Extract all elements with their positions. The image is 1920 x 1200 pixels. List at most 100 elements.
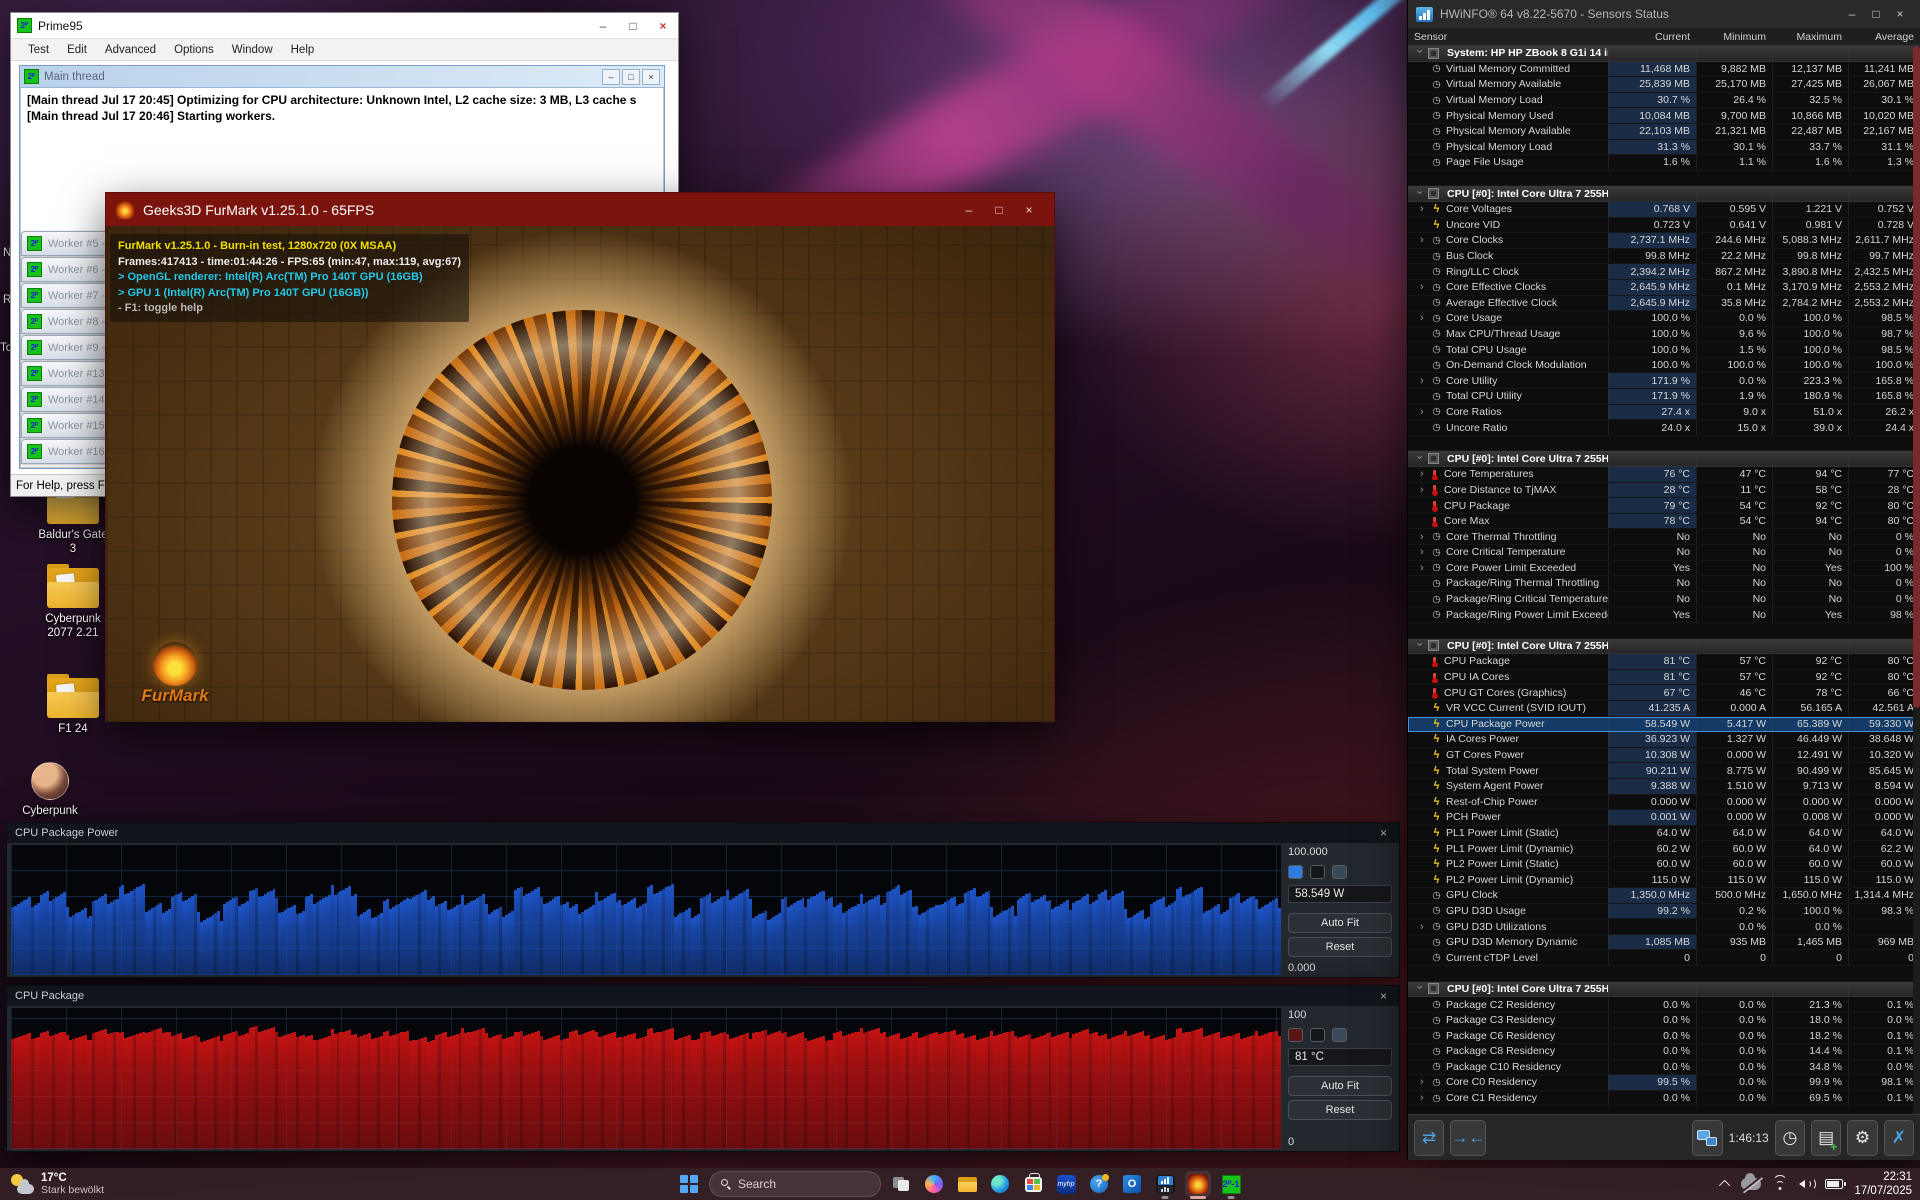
close-button[interactable]: × (648, 13, 678, 38)
sensor-row[interactable]: ϟSystem Agent Power9.388 W1.510 W9.713 W… (1408, 779, 1920, 795)
menu-item-test[interactable]: Test (19, 44, 58, 56)
sensor-row[interactable]: ◷Virtual Memory Committed11,468 MB9,882 … (1408, 62, 1920, 78)
series-color-swatch[interactable] (1288, 865, 1303, 879)
sensor-row[interactable]: ◷Package C3 Residency0.0 %0.0 %18.0 %0.0… (1408, 1013, 1920, 1029)
expand-chevron-icon[interactable]: › (1420, 484, 1427, 496)
sensor-row[interactable]: ◷Package C2 Residency0.0 %0.0 %21.3 %0.1… (1408, 997, 1920, 1013)
sensor-row[interactable]: ϟCPU Package Power58.549 W5.417 W65.389 … (1408, 717, 1920, 733)
taskbar-icon-start[interactable] (676, 1171, 702, 1197)
sensor-row[interactable]: CPU Package81 °C57 °C92 °C80 °C (1408, 654, 1920, 670)
sensor-row[interactable]: ›◷Core Thermal ThrottlingNoNoNo0 % (1408, 529, 1920, 545)
prime95-titlebar[interactable]: 2ᴾ Prime95 – □ × (11, 13, 678, 39)
sensor-row[interactable]: ◷Package/Ring Critical TemperatureNoNoNo… (1408, 592, 1920, 608)
sensor-row[interactable]: ›◷Core Ratios27.4 x9.0 x51.0 x26.2 x (1408, 405, 1920, 421)
sensor-column-header[interactable]: SensorCurrentMinimumMaximumAverage (1408, 28, 1920, 46)
sensor-row[interactable]: Core Max78 °C54 °C94 °C80 °C (1408, 514, 1920, 530)
taskbar-icon-prime95[interactable]: 2ᴾ-1 (1218, 1171, 1244, 1197)
taskbar-clock[interactable]: 22:31 17/07/2025 (1854, 1170, 1912, 1199)
sensor-row[interactable]: ◷Ring/LLC Clock2,394.2 MHz867.2 MHz3,890… (1408, 264, 1920, 280)
close-sensors-button[interactable]: ✗ (1884, 1120, 1914, 1156)
expand-chevron-icon[interactable]: › (1420, 531, 1427, 543)
taskbar-icon-get-help[interactable]: ? (1086, 1171, 1112, 1197)
sensor-row[interactable]: ϟPL1 Power Limit (Static)64.0 W64.0 W64.… (1408, 826, 1920, 842)
sensor-row[interactable]: ›◷GPU D3D Utilizations0.0 %0.0 % (1408, 919, 1920, 935)
remote-monitor-button[interactable] (1692, 1120, 1722, 1156)
wifi-icon[interactable] (1772, 1178, 1788, 1190)
column-header-current[interactable]: Current (1608, 31, 1696, 43)
taskbar-icon-microsoft-store[interactable] (1020, 1171, 1046, 1197)
sensor-row[interactable]: ϟPL1 Power Limit (Dynamic)60.2 W60.0 W64… (1408, 841, 1920, 857)
column-header-minimum[interactable]: Minimum (1696, 31, 1772, 43)
taskbar-weather-widget[interactable]: 17°C Stark bewölkt (10, 1168, 104, 1200)
sensor-row[interactable]: ›◷Core Usage100.0 %0.0 %100.0 %98.5 % (1408, 311, 1920, 327)
maximize-button[interactable]: □ (1864, 0, 1888, 28)
close-button[interactable]: × (642, 69, 660, 85)
sensor-row[interactable]: CPU Package79 °C54 °C92 °C80 °C (1408, 498, 1920, 514)
maximize-button[interactable]: □ (618, 13, 648, 38)
swap-columns-button[interactable]: ⇄ (1414, 1120, 1444, 1156)
sensor-row[interactable]: ◷Package C6 Residency0.0 %0.0 %18.2 %0.1… (1408, 1028, 1920, 1044)
sensor-row[interactable]: ◷Virtual Memory Load30.7 %26.4 %32.5 %30… (1408, 93, 1920, 109)
menu-item-edit[interactable]: Edit (58, 44, 96, 56)
expand-chevron-icon[interactable]: › (1420, 468, 1427, 480)
settings-gear-button[interactable]: ⚙ (1847, 1120, 1877, 1156)
taskbar-icon-file-explorer[interactable] (954, 1171, 980, 1197)
sensor-row[interactable]: ◷Uncore Ratio24.0 x15.0 x39.0 x24.4 x (1408, 420, 1920, 436)
sensor-row[interactable]: ◷Physical Memory Used10,084 MB9,700 MB10… (1408, 108, 1920, 124)
chevron-down-icon[interactable]: › (1414, 642, 1426, 649)
series-color-swatch[interactable] (1288, 1028, 1303, 1042)
column-header-average[interactable]: Average (1848, 31, 1920, 43)
expand-chevron-icon[interactable]: › (1420, 312, 1427, 324)
sensor-section-header[interactable]: ›CPU [#0]: Intel Core Ultra 7 255H: DTS (1408, 451, 1920, 467)
menu-item-advanced[interactable]: Advanced (96, 44, 165, 56)
graph-titlebar[interactable]: CPU Package Power × (7, 823, 1399, 843)
menu-item-window[interactable]: Window (223, 44, 282, 56)
sensor-row[interactable]: ϟIA Cores Power36.923 W1.327 W46.449 W38… (1408, 732, 1920, 748)
sensor-section-header[interactable]: ›CPU [#0]: Intel Core Ultra 7 255H (1408, 186, 1920, 202)
expand-chevron-icon[interactable]: › (1420, 203, 1427, 215)
sensor-row[interactable]: ◷Physical Memory Load31.3 %30.1 %33.7 %3… (1408, 140, 1920, 156)
sensor-row[interactable]: ϟPL2 Power Limit (Static)60.0 W60.0 W60.… (1408, 857, 1920, 873)
minimize-button[interactable]: – (954, 193, 984, 226)
sensor-row[interactable]: ›Core Temperatures76 °C47 °C94 °C77 °C (1408, 467, 1920, 483)
auto-fit-button[interactable]: Auto Fit (1288, 913, 1392, 933)
taskbar-icon-myhp[interactable]: myhp (1053, 1171, 1079, 1197)
sensor-row[interactable]: ◷GPU D3D Memory Dynamic1,085 MB935 MB1,4… (1408, 935, 1920, 951)
column-header-sensor[interactable]: Sensor (1408, 31, 1608, 43)
expand-chevron-icon[interactable]: › (1420, 546, 1427, 558)
expand-chevron-icon[interactable]: › (1420, 234, 1427, 246)
series-color-swatch[interactable] (1310, 865, 1325, 879)
clock-button[interactable]: ◷ (1775, 1120, 1805, 1156)
expand-chevron-icon[interactable]: › (1420, 562, 1427, 574)
sensor-row[interactable]: ›◷Core C1 Residency0.0 %0.0 %69.5 %0.1 % (1408, 1091, 1920, 1107)
series-color-swatch[interactable] (1310, 1028, 1325, 1042)
graph-titlebar[interactable]: CPU Package × (7, 986, 1399, 1006)
restore-button[interactable]: □ (622, 69, 640, 85)
sensor-row[interactable]: ›◷Core Clocks2,737.1 MHz244.6 MHz5,088.3… (1408, 233, 1920, 249)
sensor-row[interactable]: ›Core Distance to TjMAX28 °C11 °C58 °C28… (1408, 483, 1920, 499)
sensor-row[interactable]: ›◷Core Utility171.9 %0.0 %223.3 %165.8 % (1408, 373, 1920, 389)
furmark-titlebar[interactable]: Geeks3D FurMark v1.25.1.0 - 65FPS – □ × (106, 193, 1054, 226)
sensor-row[interactable]: ›◷Core C0 Residency99.5 %0.0 %99.9 %98.1… (1408, 1075, 1920, 1091)
report-button[interactable]: ▤ (1811, 1120, 1841, 1156)
minimize-button[interactable]: – (602, 69, 620, 85)
sensor-row[interactable]: ◷Bus Clock99.8 MHz22.2 MHz99.8 MHz99.7 M… (1408, 249, 1920, 265)
sensor-row[interactable]: ◷Total CPU Usage100.0 %1.5 %100.0 %98.5 … (1408, 342, 1920, 358)
sensor-section-header[interactable]: ›CPU [#0]: Intel Core Ultra 7 255H: Enha… (1408, 639, 1920, 655)
maximize-button[interactable]: □ (984, 193, 1014, 226)
battery-icon[interactable] (1825, 1179, 1843, 1189)
sensor-row[interactable]: ◷Package/Ring Power Limit ExceededYesNoY… (1408, 607, 1920, 623)
auto-fit-button[interactable]: Auto Fit (1288, 1076, 1392, 1096)
desktop-shortcut-cyberpunk[interactable]: Cyberpunk (0, 762, 105, 818)
sensor-row[interactable]: ◷On-Demand Clock Modulation100.0 %100.0 … (1408, 358, 1920, 374)
minimize-button[interactable]: – (1840, 0, 1864, 28)
sensor-section-header[interactable]: ›System: HP HP ZBook 8 G1i 14 inch Mobil… (1408, 46, 1920, 62)
taskbar-icon-edge[interactable] (987, 1171, 1013, 1197)
sensor-row[interactable]: ◷Physical Memory Available22,103 MB21,32… (1408, 124, 1920, 140)
expand-chevron-icon[interactable]: › (1420, 406, 1427, 418)
sensor-row[interactable]: ◷Current cTDP Level0000 (1408, 950, 1920, 966)
sensor-row[interactable]: CPU GT Cores (Graphics)67 °C46 °C78 °C66… (1408, 685, 1920, 701)
chevron-down-icon[interactable]: › (1414, 985, 1426, 992)
chevron-down-icon[interactable]: › (1414, 455, 1426, 462)
close-icon[interactable]: × (1376, 826, 1391, 840)
